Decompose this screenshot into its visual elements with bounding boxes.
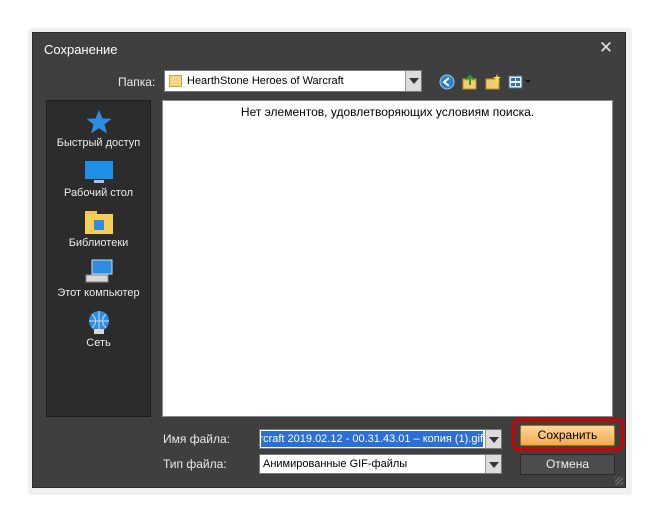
empty-message: Нет элементов, удовлетворяющих условиям … (240, 105, 535, 119)
desktop-icon (84, 161, 113, 183)
filetype-label: Тип файла: (163, 457, 227, 471)
folder-value: HearthStone Heroes of Warcraft (187, 75, 344, 87)
filename-label: Имя файла: (163, 432, 230, 446)
dialog-title: Сохранение (44, 42, 118, 57)
places-bar: Быстрый доступ Рабочий стол Библиотеки Э… (46, 100, 151, 417)
resize-grip[interactable] (615, 477, 623, 485)
place-network[interactable]: Сеть (47, 309, 150, 349)
close-button[interactable]: ✕ (597, 39, 615, 57)
chevron-down-icon[interactable] (485, 430, 501, 448)
place-desktop[interactable]: Рабочий стол (47, 159, 150, 199)
up-folder-icon[interactable] (461, 73, 479, 91)
cancel-button[interactable]: Отмена (520, 454, 615, 475)
place-label: Этот компьютер (57, 287, 140, 299)
chevron-down-icon[interactable] (405, 71, 421, 91)
filetype-select[interactable]: Анимированные GIF-файлы (259, 454, 502, 474)
new-folder-icon[interactable] (484, 73, 502, 91)
filename-input[interactable]: arcraft 2019.02.12 - 00.31.43.01 – копия… (259, 429, 502, 449)
view-menu-icon[interactable] (507, 73, 531, 91)
chevron-down-icon[interactable] (485, 455, 501, 473)
place-label: Сеть (86, 337, 111, 349)
place-libraries[interactable]: Библиотеки (47, 209, 150, 249)
save-dialog: Сохранение ✕ Папка: HearthStone Heroes o… (32, 32, 626, 488)
place-this-pc[interactable]: Этот компьютер (47, 259, 150, 299)
title-bar: Сохранение ✕ (33, 33, 625, 63)
save-button[interactable]: Сохранить (520, 425, 615, 446)
libraries-icon (84, 211, 113, 234)
place-label: Библиотеки (68, 237, 129, 249)
filetype-value: Анимированные GIF-файлы (263, 458, 408, 470)
folder-select[interactable]: HearthStone Heroes of Warcraft (164, 70, 422, 92)
folder-label: Папка: (118, 75, 156, 89)
place-label: Рабочий стол (63, 187, 134, 199)
place-label: Быстрый доступ (56, 137, 141, 149)
star-icon (86, 110, 111, 134)
back-icon[interactable] (438, 73, 456, 91)
file-list[interactable]: Нет элементов, удовлетворяющих условиям … (162, 100, 613, 417)
network-icon (88, 311, 109, 334)
computer-icon (85, 259, 112, 283)
folder-icon (169, 75, 182, 87)
filename-value: arcraft 2019.02.12 - 00.31.43.01 – копия… (261, 431, 483, 447)
place-quick-access[interactable]: Быстрый доступ (47, 109, 150, 149)
